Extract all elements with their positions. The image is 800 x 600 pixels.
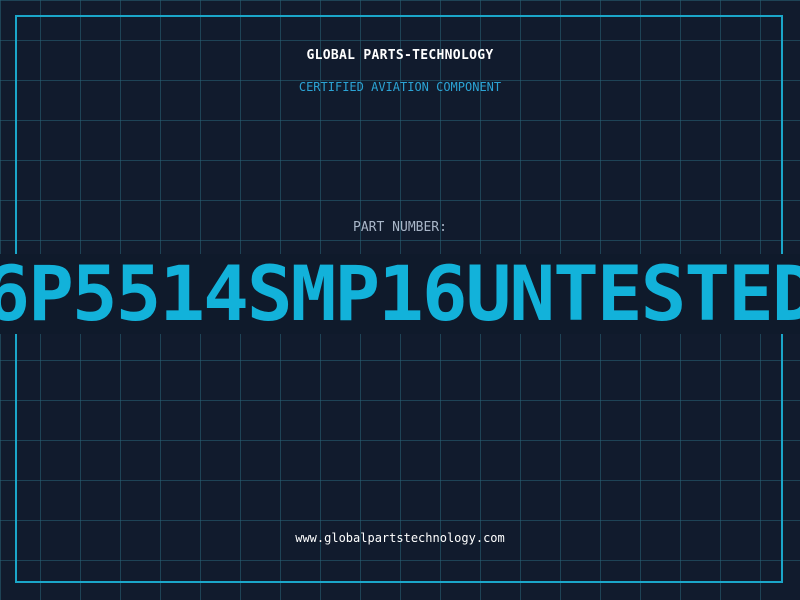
certification-tagline: CERTIFIED AVIATION COMPONENT	[298, 80, 502, 94]
website-url: www.globalpartstechnology.com	[295, 531, 505, 545]
part-number-band: 6P5514SMP16UNTESTED	[0, 254, 800, 334]
part-number-value: 6P5514SMP16UNTESTED	[0, 254, 800, 334]
part-number-label: PART NUMBER:	[353, 220, 447, 235]
company-name: GLOBAL PARTS-TECHNOLOGY	[306, 48, 494, 63]
part-label-card: GLOBAL PARTS-TECHNOLOGY CERTIFIED AVIATI…	[0, 0, 800, 600]
